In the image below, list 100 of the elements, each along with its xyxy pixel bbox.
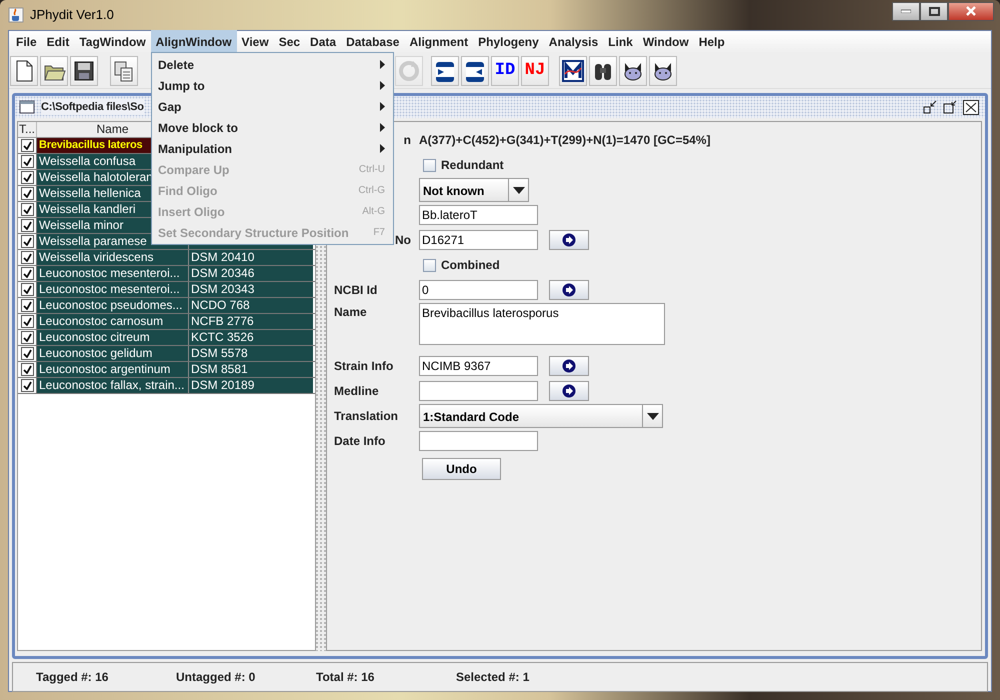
toolbar-button[interactable]: ID bbox=[491, 56, 519, 86]
input-field[interactable]: D16271 bbox=[419, 230, 538, 250]
table-cell: DSM 8581 bbox=[191, 362, 248, 376]
menu-item[interactable]: Edit bbox=[42, 30, 74, 54]
toolbar-button[interactable] bbox=[70, 56, 98, 86]
undo-button[interactable]: Undo bbox=[422, 458, 501, 480]
close-icon bbox=[965, 6, 977, 16]
status-text: Untagged #: 0 bbox=[176, 669, 256, 686]
field-label: Date Info bbox=[334, 434, 386, 448]
menu-item[interactable]: Jump to bbox=[152, 75, 393, 96]
menu-item[interactable]: Data bbox=[305, 30, 342, 54]
checkbox[interactable] bbox=[20, 219, 34, 232]
close-icon[interactable] bbox=[963, 100, 979, 114]
menu-item[interactable]: Help bbox=[694, 30, 730, 54]
dropdown[interactable]: Not known bbox=[419, 178, 529, 202]
checkbox[interactable] bbox=[20, 187, 34, 200]
submenu-arrow-icon bbox=[380, 60, 385, 69]
dropdown[interactable]: 1:Standard Code bbox=[419, 404, 663, 428]
text-area[interactable]: Brevibacillus laterosporus bbox=[419, 303, 665, 345]
checkbox[interactable] bbox=[20, 251, 34, 264]
menu-item[interactable]: View bbox=[236, 30, 274, 54]
maximize-icon bbox=[928, 6, 940, 16]
go-button[interactable] bbox=[549, 381, 589, 401]
table-cell: Leuconostoc argentinum bbox=[39, 362, 170, 376]
table-cell: DSM 20346 bbox=[191, 266, 254, 280]
close-button[interactable] bbox=[948, 2, 994, 20]
column-header[interactable]: T... bbox=[18, 122, 37, 137]
table-cell: NCFB 2776 bbox=[191, 314, 254, 328]
menu-item[interactable]: Alignment bbox=[404, 30, 474, 54]
table-cell: KCTC 3526 bbox=[191, 330, 254, 344]
table-cell: DSM 20189 bbox=[191, 378, 254, 392]
toolbar-button[interactable]: NJ bbox=[521, 56, 549, 86]
toolbar-button[interactable] bbox=[461, 56, 489, 86]
checkbox[interactable] bbox=[20, 347, 34, 360]
maximize-button[interactable] bbox=[920, 2, 948, 20]
checkbox[interactable] bbox=[20, 379, 34, 392]
table-cell: Weissella minor bbox=[39, 218, 124, 232]
menu-item[interactable]: File bbox=[11, 30, 42, 54]
toolbar-button[interactable] bbox=[10, 56, 38, 86]
checkbox[interactable] bbox=[20, 315, 34, 328]
go-button[interactable] bbox=[549, 280, 589, 300]
input-field[interactable]: NCIMB 9367 bbox=[419, 356, 538, 376]
toolbar-button[interactable] bbox=[619, 56, 647, 86]
checkbox[interactable] bbox=[20, 267, 34, 280]
table-cell: DSM 20410 bbox=[191, 250, 254, 264]
menu-item[interactable]: Analysis bbox=[544, 30, 604, 54]
caret-down-icon bbox=[646, 412, 658, 420]
menu-item[interactable]: TagWindow bbox=[74, 30, 151, 54]
checkbox[interactable] bbox=[20, 171, 34, 184]
toolbar-button[interactable] bbox=[431, 56, 459, 86]
minimize-button[interactable] bbox=[892, 2, 920, 20]
checkbox[interactable] bbox=[20, 331, 34, 344]
checkbox[interactable] bbox=[20, 235, 34, 248]
input-field[interactable]: 0 bbox=[419, 280, 538, 300]
restore-icon[interactable] bbox=[943, 100, 957, 114]
checkbox[interactable] bbox=[20, 299, 34, 312]
input-field[interactable] bbox=[419, 431, 538, 451]
table-cell: Brevibacillus lateros bbox=[39, 139, 142, 151]
toolbar-button[interactable] bbox=[649, 56, 677, 86]
checkbox[interactable] bbox=[20, 363, 34, 376]
checkbox[interactable] bbox=[20, 139, 34, 152]
field-label: Translation bbox=[334, 409, 398, 423]
table-cell: Weissella hellenica bbox=[39, 186, 141, 200]
menu-item[interactable]: Window bbox=[638, 30, 694, 54]
checkbox[interactable] bbox=[423, 158, 436, 172]
menu-item[interactable]: Sec bbox=[274, 30, 306, 54]
field-label: Medline bbox=[334, 384, 379, 398]
menu-item[interactable]: AlignWindow bbox=[150, 30, 237, 54]
checkbox-label: Redundant bbox=[441, 157, 504, 174]
toolbar-button[interactable] bbox=[110, 56, 138, 86]
iconify-icon[interactable] bbox=[923, 100, 937, 114]
input-field[interactable] bbox=[419, 381, 538, 401]
menu-item[interactable]: Delete bbox=[152, 54, 393, 75]
menu-item[interactable]: Manipulation bbox=[152, 138, 393, 159]
checkbox[interactable] bbox=[20, 155, 34, 168]
checkbox[interactable] bbox=[20, 283, 34, 296]
chart-icon bbox=[560, 58, 586, 84]
submenu-arrow-icon bbox=[380, 81, 385, 90]
menu-item[interactable]: Database bbox=[341, 30, 404, 54]
menu-item[interactable]: Gap bbox=[152, 96, 393, 117]
table-cell: DSM 5578 bbox=[191, 346, 248, 360]
field-label: NCBI Id bbox=[334, 283, 378, 297]
input-field[interactable]: Bb.lateroT bbox=[419, 205, 538, 225]
go-button[interactable] bbox=[549, 356, 589, 376]
table-cell: DSM 20343 bbox=[191, 282, 254, 296]
table-cell: Weissella viridescens bbox=[39, 250, 154, 264]
checkbox[interactable] bbox=[20, 203, 34, 216]
table-cell: Leuconostoc gelidum bbox=[39, 346, 152, 360]
menu-item[interactable]: Phylogeny bbox=[473, 30, 544, 54]
minimize-icon bbox=[901, 9, 911, 13]
go-button[interactable] bbox=[549, 230, 589, 250]
table-cell: Weissella halotoleran bbox=[39, 170, 153, 184]
toolbar-button[interactable] bbox=[40, 56, 68, 86]
toolbar-button[interactable] bbox=[559, 56, 587, 86]
toolbar-button[interactable] bbox=[589, 56, 617, 86]
table-cell: Leuconostoc mesenteroi... bbox=[39, 266, 180, 280]
checkbox[interactable] bbox=[423, 258, 436, 272]
composition-text: A(377)+C(452)+G(341)+T(299)+N(1)=1470 [GC=54%] bbox=[419, 132, 710, 149]
submenu-arrow-icon bbox=[380, 144, 385, 153]
menu-item[interactable]: Link bbox=[603, 30, 638, 54]
